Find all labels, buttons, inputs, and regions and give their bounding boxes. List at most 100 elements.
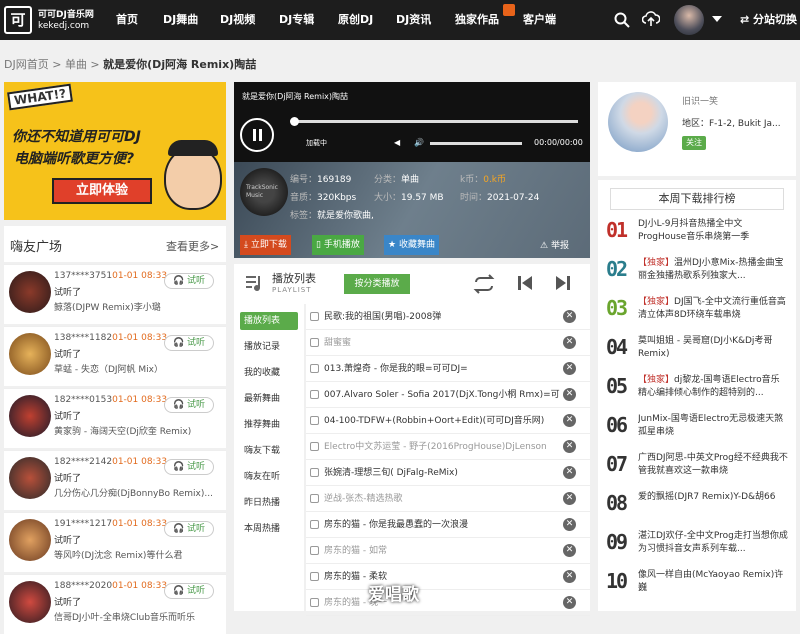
listen-button[interactable]: 🎧 试听 bbox=[164, 335, 214, 351]
follow-button[interactable]: 关注 bbox=[682, 136, 706, 150]
friend-avatar[interactable] bbox=[9, 395, 51, 437]
banner-try-button[interactable]: 立即体验 bbox=[52, 178, 152, 204]
song-title[interactable]: 04-100-TDFW+(Robbin+Oort+Edit)(可可DJ音乐网) bbox=[324, 408, 560, 434]
remove-icon[interactable]: ✕ bbox=[563, 310, 576, 323]
song-checkbox[interactable] bbox=[310, 364, 319, 373]
playlist-song-row[interactable]: 房东的猫 - 如常 ✕ bbox=[306, 538, 590, 564]
nav-dj-video[interactable]: DJ视频 bbox=[220, 0, 255, 40]
ranking-item[interactable]: 06 JunMix-国粤语Electro无忌极速天煞孤星串烧 bbox=[598, 411, 796, 447]
playlist-tab[interactable]: 嗨友在听 bbox=[240, 468, 298, 486]
listen-button[interactable]: 🎧 试听 bbox=[164, 273, 214, 289]
progress-bar[interactable] bbox=[292, 120, 578, 123]
rank-title[interactable]: 像风一样自由(McYaoyao Remix)许巍 bbox=[638, 569, 788, 597]
song-title[interactable]: 逆战-张杰-精选热歌 bbox=[324, 486, 560, 512]
switch-site-button[interactable]: ⇄ 分站切换 bbox=[740, 0, 797, 40]
rank-title[interactable]: 广西DJ阿思-中英文Prog经不经典我不管我就喜欢这一款串烧 bbox=[638, 452, 788, 480]
playlist-song-row[interactable]: Electro中文苏运莹 - 野子(2016ProgHouse)DjLenson… bbox=[306, 434, 590, 460]
nav-original-dj[interactable]: 原创DJ bbox=[338, 0, 373, 40]
remove-icon[interactable]: ✕ bbox=[563, 362, 576, 375]
remove-icon[interactable]: ✕ bbox=[563, 336, 576, 349]
song-checkbox[interactable] bbox=[310, 338, 319, 347]
song-title[interactable]: 房东的猫 - 柔软 bbox=[324, 564, 560, 590]
song-checkbox[interactable] bbox=[310, 494, 319, 503]
promo-banner[interactable]: WHAT!? 你还不知道用可可DJ 电脑端听歌更方便? 立即体验 bbox=[4, 82, 226, 220]
listen-button[interactable]: 🎧 试听 bbox=[164, 459, 214, 475]
song-title[interactable]: 甜蜜蜜 bbox=[324, 330, 560, 356]
rank-title[interactable]: 【独家】温州DJ小意Mix-热播金曲宝丽金独播热歌系列独家大... bbox=[638, 257, 788, 285]
playlist-tab[interactable]: 播放记录 bbox=[240, 338, 298, 356]
ranking-item[interactable]: 09 湛江DJ欢仔-全中文Prog走打当想你成为习惯抖音女声系列车载... bbox=[598, 528, 796, 564]
playlist-song-row[interactable]: 房东的猫 - 晚一 ✕ bbox=[306, 590, 590, 616]
playlist-tab[interactable]: 推荐舞曲 bbox=[240, 416, 298, 434]
rank-title[interactable]: 【独家】dj黎龙-国粤语Electro音乐精心编排倾心制作的超特别的... bbox=[638, 374, 788, 402]
remove-icon[interactable]: ✕ bbox=[563, 570, 576, 583]
playlist-song-row[interactable]: 04-100-TDFW+(Robbin+Oort+Edit)(可可DJ音乐网) ✕ bbox=[306, 408, 590, 434]
ranking-item[interactable]: 08 爱的飘摇(DJR7 Remix)Y-D&胡66 bbox=[598, 489, 796, 525]
nav-dj-album[interactable]: DJ专辑 bbox=[279, 0, 314, 40]
listen-button[interactable]: 🎧 试听 bbox=[164, 583, 214, 599]
friend-avatar[interactable] bbox=[9, 333, 51, 375]
song-title[interactable]: Electro中文苏运莹 - 野子(2016ProgHouse)DjLenson bbox=[324, 434, 560, 460]
song-checkbox[interactable] bbox=[310, 442, 319, 451]
nav-exclusive[interactable]: 独家作品 bbox=[455, 0, 499, 40]
ranking-item[interactable]: 03 【独家】DJ国飞-全中文流行重低音高清立体声8D环绕车载串烧 bbox=[598, 294, 796, 330]
rank-title[interactable]: JunMix-国粤语Electro无忌极速天煞孤星串烧 bbox=[638, 413, 788, 441]
friend-song[interactable]: 等风吟(DJ沈念 Remix)等什么君 bbox=[54, 548, 222, 561]
remove-icon[interactable]: ✕ bbox=[563, 466, 576, 479]
pause-button[interactable] bbox=[240, 118, 274, 152]
friends-more-link[interactable]: 查看更多> bbox=[166, 238, 219, 254]
loop-icon[interactable] bbox=[472, 274, 496, 297]
song-checkbox[interactable] bbox=[310, 468, 319, 477]
chevron-down-icon[interactable] bbox=[712, 16, 722, 22]
user-card-avatar[interactable] bbox=[608, 92, 668, 152]
song-title[interactable]: 民歌:我的祖国(男唱)-2008弹 bbox=[324, 304, 560, 330]
listen-button[interactable]: 🎧 试听 bbox=[164, 521, 214, 537]
song-title[interactable]: 张婉清-理想三旬( DjFalg-ReMix) bbox=[324, 460, 560, 486]
playlist-tab[interactable]: 我的收藏 bbox=[240, 364, 298, 382]
friend-song[interactable]: 草蜢 - 失恋（DJ阿帆 Mix） bbox=[54, 362, 222, 375]
site-logo[interactable]: 可 bbox=[4, 6, 32, 34]
download-button[interactable]: ⤓ 立即下载 bbox=[240, 235, 291, 255]
playlist-song-row[interactable]: 逆战-张杰-精选热歌 ✕ bbox=[306, 486, 590, 512]
ranking-item[interactable]: 10 像风一样自由(McYaoyao Remix)许巍 bbox=[598, 567, 796, 603]
song-title[interactable]: 房东的猫 - 如常 bbox=[324, 538, 560, 564]
friend-avatar[interactable] bbox=[9, 581, 51, 623]
friend-song[interactable]: 黄家驹 - 海阔天空(Dj欣奎 Remix) bbox=[54, 424, 222, 437]
user-avatar[interactable] bbox=[674, 5, 704, 35]
report-button[interactable]: ⚠ 举报 bbox=[540, 238, 569, 251]
rank-title[interactable]: 【独家】DJ国飞-全中文流行重低音高清立体声8D环绕车载串烧 bbox=[638, 296, 788, 324]
ranking-item[interactable]: 05 【独家】dj黎龙-国粤语Electro音乐精心编排倾心制作的超特别的... bbox=[598, 372, 796, 408]
playlist-song-row[interactable]: 房东的猫 - 你是我最愚蠢的一次浪漫 ✕ bbox=[306, 512, 590, 538]
playlist-tab[interactable]: 播放列表 bbox=[240, 312, 298, 330]
remove-icon[interactable]: ✕ bbox=[563, 492, 576, 505]
next-track-icon[interactable] bbox=[554, 274, 572, 295]
remove-icon[interactable]: ✕ bbox=[563, 388, 576, 401]
rank-title[interactable]: 莫叫姐姐 - 吴哥窟(DJ小K&Dj考哥 Remix) bbox=[638, 335, 788, 363]
ranking-item[interactable]: 04 莫叫姐姐 - 吴哥窟(DJ小K&Dj考哥 Remix) bbox=[598, 333, 796, 369]
nav-dj-songs[interactable]: DJ舞曲 bbox=[163, 0, 198, 40]
user-card-name[interactable]: 旧识一笑 bbox=[682, 94, 718, 107]
listen-button[interactable]: 🎧 试听 bbox=[164, 397, 214, 413]
playlist-tab[interactable]: 本周热播 bbox=[240, 520, 298, 538]
rank-title[interactable]: 爱的飘摇(DJR7 Remix)Y-D&胡66 bbox=[638, 491, 788, 519]
crumb-home[interactable]: DJ网首页 bbox=[4, 58, 49, 71]
playlist-tab[interactable]: 嗨友下载 bbox=[240, 442, 298, 460]
remove-icon[interactable]: ✕ bbox=[563, 440, 576, 453]
progress-knob[interactable] bbox=[290, 117, 299, 126]
volume-down-icon[interactable]: ◀ bbox=[394, 138, 400, 147]
friend-avatar[interactable] bbox=[9, 519, 51, 561]
mobile-play-button[interactable]: ▯ 手机播放 bbox=[312, 235, 364, 255]
song-title[interactable]: 房东的猫 - 你是我最愚蠢的一次浪漫 bbox=[324, 512, 560, 538]
search-icon[interactable] bbox=[614, 12, 630, 31]
friend-song[interactable]: 几分伤心几分痴(DjBonnyBo Remix)... bbox=[54, 486, 222, 499]
previous-track-icon[interactable] bbox=[516, 274, 534, 295]
ranking-item[interactable]: 02 【独家】温州DJ小意Mix-热播金曲宝丽金独播热歌系列独家大... bbox=[598, 255, 796, 291]
song-checkbox[interactable] bbox=[310, 390, 319, 399]
playlist-song-row[interactable]: 民歌:我的祖国(男唱)-2008弹 ✕ bbox=[306, 304, 590, 330]
friend-avatar[interactable] bbox=[9, 271, 51, 313]
volume-icon[interactable]: 🔊 bbox=[414, 138, 424, 147]
remove-icon[interactable]: ✕ bbox=[563, 596, 576, 609]
remove-icon[interactable]: ✕ bbox=[563, 414, 576, 427]
playlist-tab[interactable]: 最新舞曲 bbox=[240, 390, 298, 408]
favorite-button[interactable]: ★ 收藏舞曲 bbox=[384, 235, 439, 255]
